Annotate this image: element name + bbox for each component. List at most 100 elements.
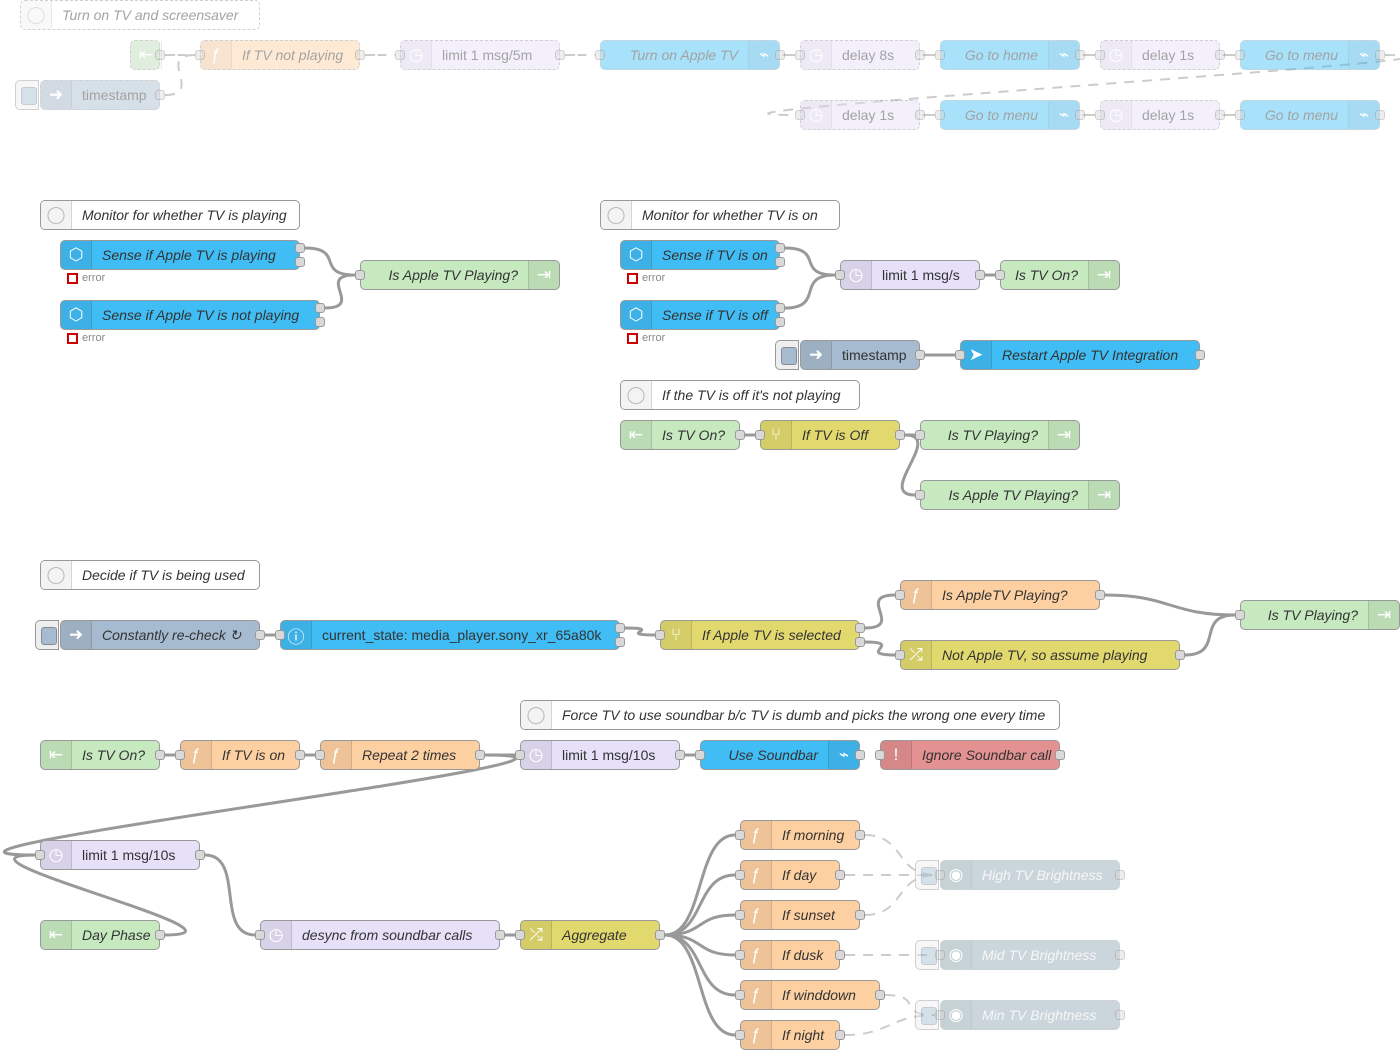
input-port[interactable] xyxy=(895,590,905,600)
input-port[interactable] xyxy=(355,270,365,280)
output-port[interactable] xyxy=(1055,750,1065,760)
output-port[interactable] xyxy=(1115,870,1125,880)
input-port[interactable] xyxy=(735,870,745,880)
input-port[interactable] xyxy=(315,750,325,760)
node-delay[interactable]: ◷ limit 1 msg/10s xyxy=(520,740,680,770)
output-port[interactable] xyxy=(875,990,885,1000)
node-ha-event[interactable]: ⬡ Sense if TV is on xyxy=(620,240,780,270)
output-port[interactable] xyxy=(1215,110,1225,120)
output-port[interactable] xyxy=(315,303,325,313)
inject-button[interactable] xyxy=(915,940,939,970)
wire[interactable] xyxy=(1184,613,1236,657)
input-port[interactable] xyxy=(515,750,525,760)
node-catch[interactable]: ! Ignore Soundbar call xyxy=(880,740,1060,770)
input-port[interactable] xyxy=(955,350,965,360)
input-port[interactable] xyxy=(595,50,605,60)
input-port[interactable] xyxy=(735,830,745,840)
node-function[interactable]: ƒ If dusk xyxy=(740,940,840,970)
node-link-in[interactable]: ⇤ Day Phase xyxy=(40,920,160,950)
node-delay[interactable]: ◷ delay 1s xyxy=(800,100,920,130)
input-port[interactable] xyxy=(895,650,905,660)
output-port[interactable] xyxy=(835,950,845,960)
wire[interactable] xyxy=(1104,593,1236,617)
output-port[interactable] xyxy=(855,750,865,760)
node-function[interactable]: ƒ If winddown xyxy=(740,980,880,1010)
output-port[interactable] xyxy=(155,750,165,760)
node-comment[interactable]: ◯ If the TV is off it's not playing xyxy=(620,380,860,410)
node-delay[interactable]: ◷ delay 1s xyxy=(1100,100,1220,130)
output-port[interactable] xyxy=(835,870,845,880)
output-port[interactable] xyxy=(1175,650,1185,660)
node-delay[interactable]: ◷ limit 1 msg/s xyxy=(840,260,980,290)
node-delay[interactable]: ◷ limit 1 msg/10s xyxy=(40,840,200,870)
node-change[interactable]: ⤮ Not Apple TV, so assume playing xyxy=(900,640,1180,670)
wire[interactable] xyxy=(664,833,736,937)
output-port[interactable] xyxy=(775,257,785,267)
node-link-out[interactable]: ⇥ Is Apple TV Playing? xyxy=(360,260,560,290)
node-current-state[interactable]: ⓘ current_state: media_player.sony_xr_65a… xyxy=(280,620,620,650)
output-port[interactable] xyxy=(675,750,685,760)
output-port[interactable] xyxy=(195,850,205,860)
node-switch[interactable]: ⑂ If TV is Off xyxy=(760,420,900,450)
input-port[interactable] xyxy=(395,50,405,60)
output-port[interactable] xyxy=(855,830,865,840)
node-ha-api[interactable]: ⌁ Go to menu xyxy=(940,100,1080,130)
node-ha-api[interactable]: ⌁ Go to menu xyxy=(1240,40,1380,70)
input-port[interactable] xyxy=(695,750,705,760)
output-port[interactable] xyxy=(295,257,305,267)
output-port[interactable] xyxy=(495,930,505,940)
node-delay[interactable]: ◷ delay 1s xyxy=(1100,40,1220,70)
node-comment[interactable]: ◯ Monitor for whether TV is on xyxy=(600,200,840,230)
output-port[interactable] xyxy=(775,303,785,313)
input-port[interactable] xyxy=(875,750,885,760)
node-function[interactable]: ƒ If morning xyxy=(740,820,860,850)
input-port[interactable] xyxy=(1235,110,1245,120)
input-port[interactable] xyxy=(195,50,205,60)
output-port[interactable] xyxy=(775,317,785,327)
node-light[interactable]: ◉ High TV Brightness xyxy=(940,860,1120,890)
output-port[interactable] xyxy=(1215,50,1225,60)
input-port[interactable] xyxy=(795,110,805,120)
wire[interactable] xyxy=(784,246,836,277)
node-change[interactable]: ⤮ Aggregate xyxy=(520,920,660,950)
output-port[interactable] xyxy=(1095,590,1105,600)
node-link-out[interactable]: ⇥ Is TV Playing? xyxy=(1240,600,1400,630)
node-light[interactable]: ◉ Mid TV Brightness xyxy=(940,940,1120,970)
input-port[interactable] xyxy=(1095,110,1105,120)
input-port[interactable] xyxy=(835,270,845,280)
input-port[interactable] xyxy=(935,50,945,60)
input-port[interactable] xyxy=(35,850,45,860)
output-port[interactable] xyxy=(835,1030,845,1040)
output-port[interactable] xyxy=(1195,350,1205,360)
node-comment[interactable]: ◯ Force TV to use soundbar b/c TV is dumb… xyxy=(520,700,1060,730)
output-port[interactable] xyxy=(1115,1010,1125,1020)
node-function[interactable]: ƒ If sunset xyxy=(740,900,860,930)
node-inject[interactable]: ➜ timestamp xyxy=(40,80,160,110)
output-port[interactable] xyxy=(915,110,925,120)
input-port[interactable] xyxy=(795,50,805,60)
wire[interactable] xyxy=(864,593,896,630)
node-delay[interactable]: ◷ limit 1 msg/5m xyxy=(400,40,560,70)
input-port[interactable] xyxy=(915,490,925,500)
node-ha-api[interactable]: ⌁ Go to menu xyxy=(1240,100,1380,130)
wire[interactable] xyxy=(624,626,656,637)
input-port[interactable] xyxy=(275,630,285,640)
output-port[interactable] xyxy=(615,623,625,633)
input-port[interactable] xyxy=(655,630,665,640)
inject-button[interactable] xyxy=(35,620,59,650)
node-function[interactable]: ƒ Repeat 2 times xyxy=(320,740,480,770)
inject-button[interactable] xyxy=(775,340,799,370)
node-link-in[interactable]: ⇤ Is TV On? xyxy=(620,420,740,450)
node-function[interactable]: ƒ If TV is on xyxy=(180,740,300,770)
output-port[interactable] xyxy=(855,910,865,920)
node-comment[interactable]: ◯ Decide if TV is being used xyxy=(40,560,260,590)
output-port[interactable] xyxy=(1075,110,1085,120)
node-inject[interactable]: ➜ Constantly re-check ↻ xyxy=(60,620,260,650)
node-ha-event[interactable]: ⬡ Sense if TV is off xyxy=(620,300,780,330)
output-port[interactable] xyxy=(1115,950,1125,960)
output-port[interactable] xyxy=(295,750,305,760)
input-port[interactable] xyxy=(735,950,745,960)
node-function[interactable]: ƒ If night xyxy=(740,1020,840,1050)
wire[interactable] xyxy=(864,640,896,657)
node-function[interactable]: ƒ If day xyxy=(740,860,840,890)
